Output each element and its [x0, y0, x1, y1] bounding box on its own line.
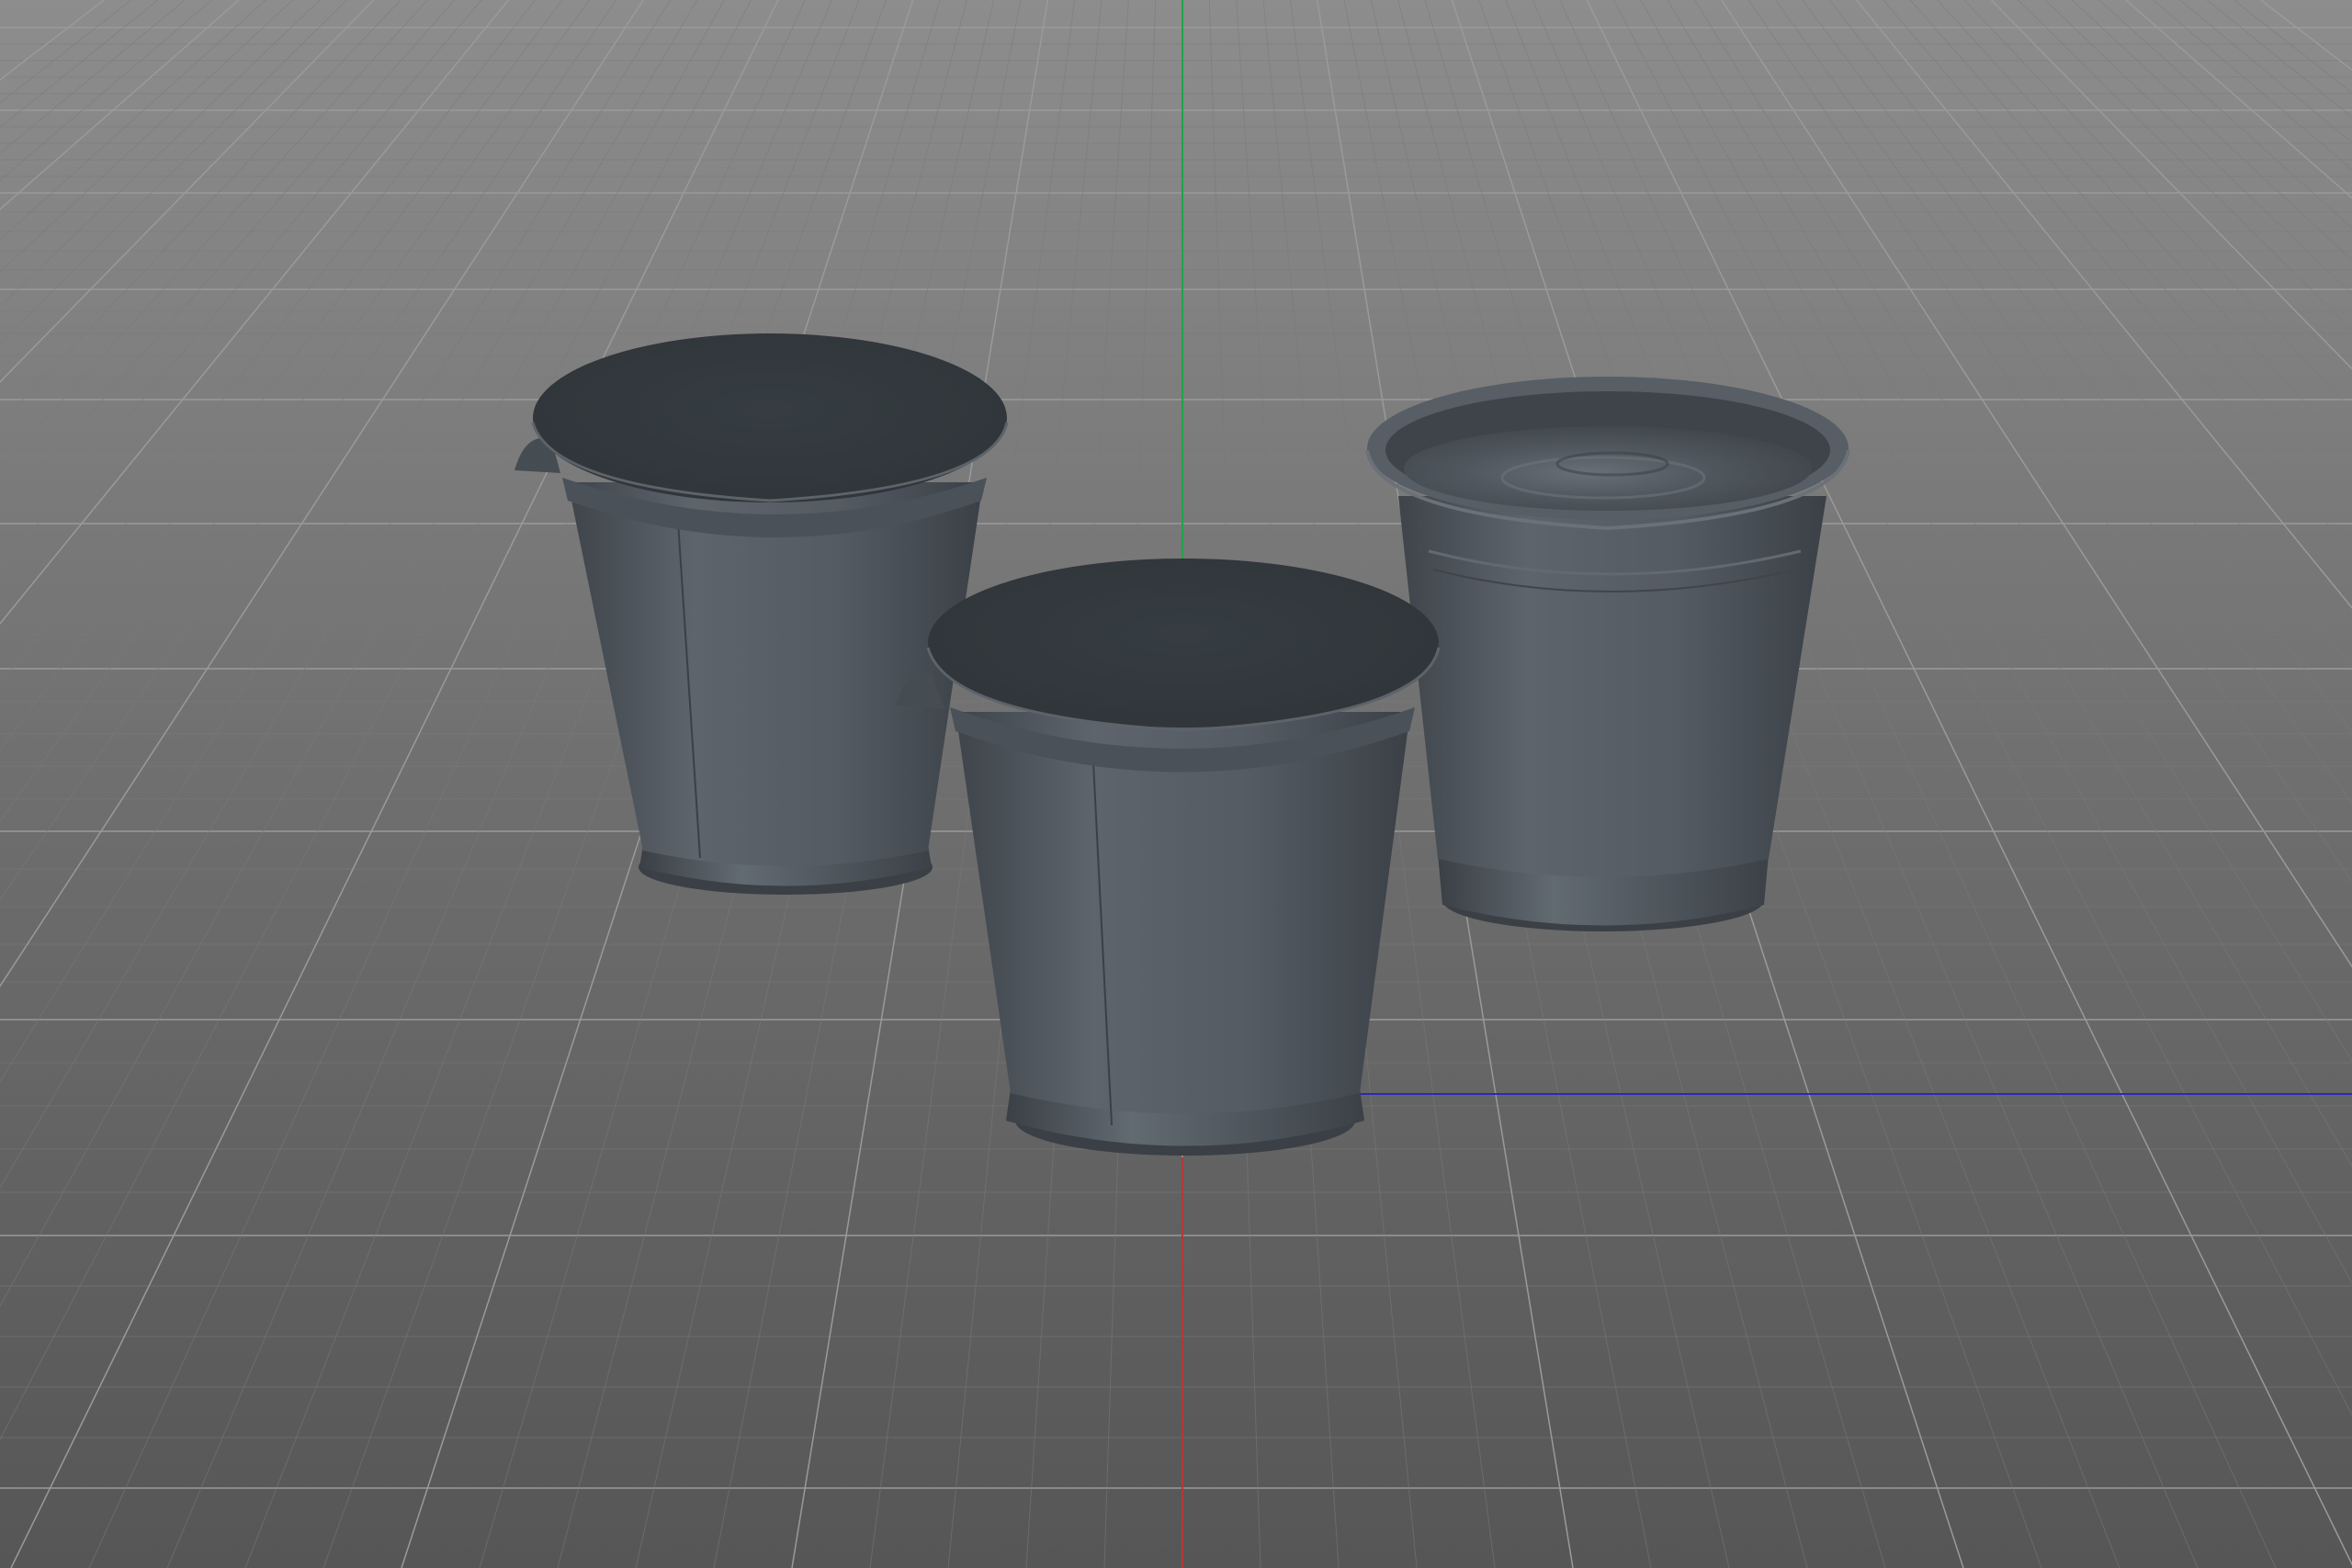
cup-center-lid	[928, 558, 1439, 728]
3d-viewport[interactable]	[0, 0, 2352, 1568]
cup-left-lid	[533, 333, 1007, 502]
